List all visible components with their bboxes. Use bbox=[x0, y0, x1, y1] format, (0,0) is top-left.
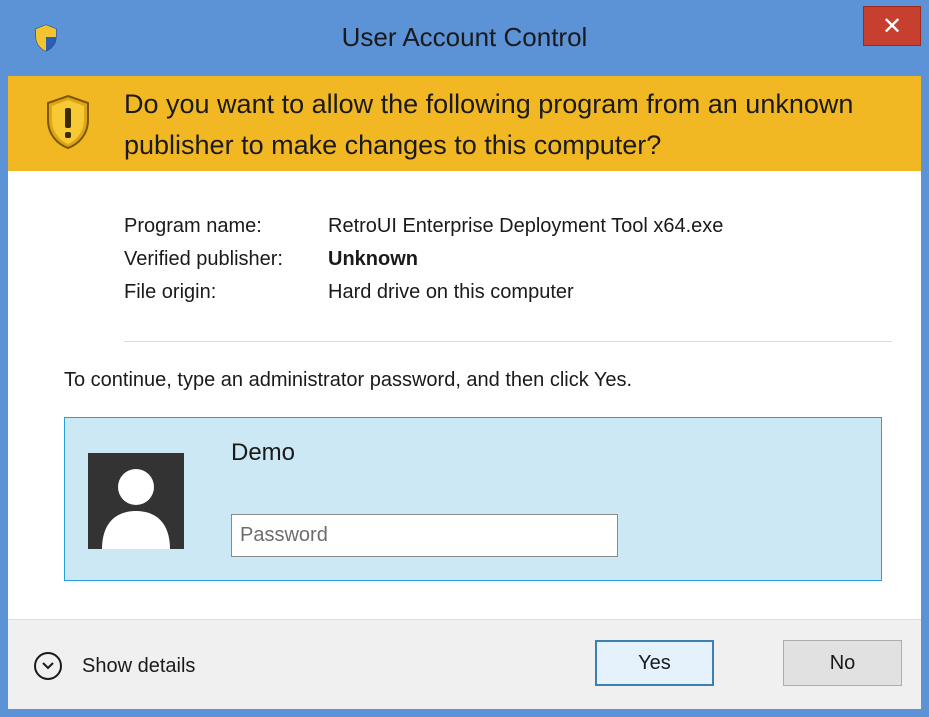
close-button[interactable]: ✕ bbox=[863, 6, 921, 46]
credential-tile[interactable]: Demo bbox=[64, 417, 882, 581]
uac-dialog: User Account Control ✕ Do you want to al… bbox=[0, 0, 929, 717]
warning-shield-icon bbox=[47, 94, 89, 150]
instruction-text: To continue, type an administrator passw… bbox=[64, 369, 633, 391]
window-title: User Account Control bbox=[341, 22, 588, 52]
info-label: Verified publisher: bbox=[124, 248, 283, 270]
show-details-label: Show details bbox=[82, 654, 196, 677]
info-label: File origin: bbox=[124, 281, 217, 303]
warning-message: Do you want to allow the following progr… bbox=[124, 89, 854, 160]
info-row-publisher: Verified publisher: Unknown bbox=[124, 243, 723, 276]
no-button[interactable]: No bbox=[783, 640, 902, 686]
show-details-toggle[interactable]: Show details bbox=[34, 652, 195, 680]
info-row-program-name: Program name: RetroUI Enterprise Deploym… bbox=[124, 210, 723, 243]
dialog-footer: Show details Yes No bbox=[8, 619, 921, 709]
yes-button[interactable]: Yes bbox=[595, 640, 714, 686]
user-avatar-icon bbox=[88, 453, 184, 549]
program-info: Program name: RetroUI Enterprise Deploym… bbox=[124, 210, 723, 309]
file-origin-value: Hard drive on this computer bbox=[328, 281, 574, 303]
warning-banner: Do you want to allow the following progr… bbox=[8, 76, 921, 171]
chevron-down-icon bbox=[34, 652, 62, 680]
divider bbox=[124, 341, 892, 342]
program-name-value: RetroUI Enterprise Deployment Tool x64.e… bbox=[328, 215, 724, 237]
username: Demo bbox=[231, 439, 296, 466]
info-row-file-origin: File origin: Hard drive on this computer bbox=[124, 276, 723, 309]
publisher-value: Unknown bbox=[328, 248, 418, 270]
info-label: Program name: bbox=[124, 215, 262, 237]
dialog-body: Do you want to allow the following progr… bbox=[8, 76, 921, 709]
close-icon: ✕ bbox=[881, 12, 903, 40]
title-bar: User Account Control ✕ bbox=[0, 0, 929, 76]
password-input[interactable] bbox=[231, 514, 618, 557]
